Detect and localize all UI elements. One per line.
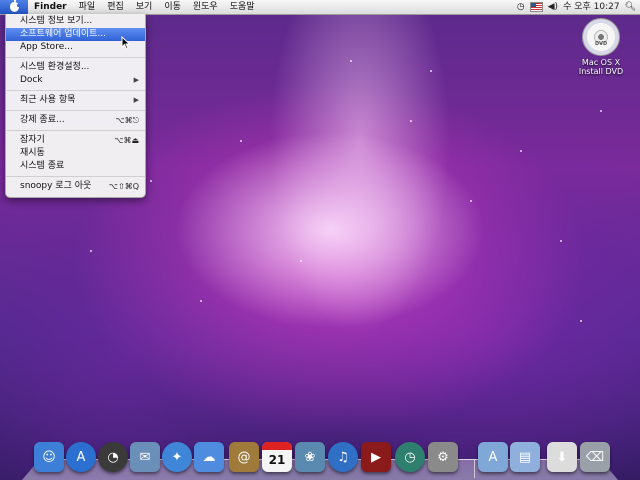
spotlight-search-icon[interactable]: 🔍︎ — [625, 0, 636, 14]
menu-extras: ◷ ◀) 수 오후 10:27 🔍︎ — [517, 0, 640, 14]
menu-item-recent-items[interactable]: 최근 사용 항목 ▶ — [6, 94, 145, 107]
dock-downloads-stack-icon[interactable]: ⬇ — [547, 442, 577, 472]
dock-app-store-icon[interactable]: A — [66, 442, 96, 472]
menu-file[interactable]: 파일 — [73, 0, 102, 14]
dvd-disc-icon: DVD — [582, 18, 620, 56]
apple-icon — [9, 0, 20, 12]
menu-finder[interactable]: Finder — [28, 0, 73, 14]
submenu-arrow-icon: ▶ — [133, 76, 139, 84]
time-machine-status-icon[interactable]: ◷ — [517, 0, 525, 14]
dock-documents-folder-icon[interactable]: ▤ — [510, 442, 540, 472]
dock-time-machine-icon[interactable]: ◷ — [395, 442, 425, 472]
volume-icon[interactable]: ◀) — [548, 0, 558, 14]
dock-safari-icon[interactable]: ✦ — [162, 442, 192, 472]
menu-view[interactable]: 보기 — [130, 0, 159, 14]
menu-bar: Finder 파일 편집 보기 이동 윈도우 도움말 ◷ ◀) 수 오후 10:… — [0, 0, 640, 15]
menu-item-shut-down[interactable]: 시스템 종료 — [6, 160, 145, 173]
menu-go[interactable]: 이동 — [158, 0, 187, 14]
dock-address-book-icon[interactable]: @ — [229, 442, 259, 472]
menu-separator — [6, 90, 145, 91]
dock-ichat-icon[interactable]: ☁ — [194, 442, 224, 472]
menu-separator — [6, 130, 145, 131]
dock-trash-icon[interactable]: ⌫ — [580, 442, 610, 472]
dvd-icon-label: Mac OS X Install DVD — [578, 58, 624, 76]
menu-item-sleep[interactable]: 잠자기 ⌥⌘⏏ — [6, 134, 145, 147]
menu-separator — [6, 110, 145, 111]
apple-menu-button[interactable] — [0, 0, 28, 14]
dock-applications-folder-icon[interactable]: A — [478, 442, 508, 472]
menu-separator — [6, 57, 145, 58]
mouse-cursor-icon — [121, 36, 131, 50]
dock-separator — [474, 460, 475, 478]
dock-ical-icon[interactable]: 21 — [262, 442, 292, 472]
install-dvd-icon[interactable]: DVD Mac OS X Install DVD — [570, 18, 632, 76]
menu-item-log-out[interactable]: snoopy 로그 아웃 ⌥⇧⌘Q — [6, 180, 145, 193]
menu-item-system-preferences[interactable]: 시스템 환경설정... — [6, 61, 145, 74]
menu-window[interactable]: 윈도우 — [187, 0, 224, 14]
dock-dashboard-icon[interactable]: ◔ — [98, 442, 128, 472]
dock-mail-icon[interactable]: ✉ — [130, 442, 160, 472]
dock-front-row-icon[interactable]: ▶ — [361, 442, 391, 472]
menu-edit[interactable]: 편집 — [101, 0, 130, 14]
menu-help[interactable]: 도움말 — [224, 0, 261, 14]
calendar-header — [262, 442, 292, 450]
menubar-clock[interactable]: 수 오후 10:27 — [563, 0, 620, 14]
dock-finder-icon[interactable]: ☺ — [34, 442, 64, 472]
calendar-day: 21 — [268, 453, 286, 467]
menu-separator — [6, 176, 145, 177]
dock-system-preferences-icon[interactable]: ⚙ — [428, 442, 458, 472]
menu-item-about-this-mac[interactable]: 시스템 정보 보기... — [6, 15, 145, 28]
dock: ☺ A ◔ ✉ ✦ ☁ @21 ❀ ♫ ▶ ◷ ⚙ A ▤ ⬇ ⌫ — [22, 436, 618, 480]
menu-item-restart[interactable]: 재시동 — [6, 147, 145, 160]
menu-item-dock[interactable]: Dock ▶ — [6, 74, 145, 87]
submenu-arrow-icon: ▶ — [133, 96, 139, 104]
dock-iphoto-icon[interactable]: ❀ — [295, 442, 325, 472]
input-source-flag-icon[interactable] — [529, 2, 543, 12]
dock-itunes-icon[interactable]: ♫ — [328, 442, 358, 472]
menu-item-force-quit[interactable]: 강제 종료... ⌥⌘⎋ — [6, 114, 145, 127]
